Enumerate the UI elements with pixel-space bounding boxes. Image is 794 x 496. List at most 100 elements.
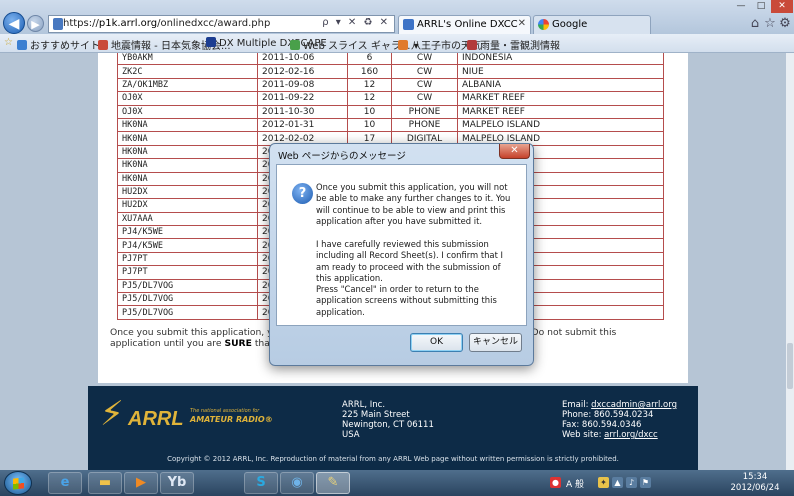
cancel-button[interactable]: キャンセル [469,333,522,352]
record-entity-cell: ALBANIA [457,77,664,93]
minimize-button[interactable]: — [731,0,751,13]
window-close-button[interactable]: ✕ [771,0,793,13]
taskbar-media-player-icon[interactable]: ▶ [124,472,158,494]
record-call-cell: PJ5/DL7VOG [117,278,258,294]
dialog-body: ? Once you submit this application, you … [276,164,527,326]
fav-icon [467,40,477,50]
record-call-cell: OJ0X [117,91,258,106]
forward-button[interactable]: ▶ [27,15,44,32]
tab-arrl-dxcc[interactable]: ARRL's Online DXCC ✕ [398,15,531,34]
record-call-cell: HK0NA [117,171,258,186]
tab-google[interactable]: Google [533,15,651,34]
favorites-bar: ☆ おすすめサイト ▾ 地震情報 - 日本気象協会... DX Multiple… [0,34,794,53]
record-call-cell: PJ4/K5WE [117,225,258,240]
record-qsl-cell: 10 [347,117,392,133]
record-call-cell: PJ5/DL7VOG [117,292,258,307]
table-row: OJ0X 2011-10-30 10 PHONE MARKET REEF [117,104,664,119]
dialog-message-1: Once you submit this application, you wi… [316,182,511,226]
record-mode-cell: CW [391,91,458,106]
page-scrollbar[interactable] [786,53,794,470]
record-date-cell: 2011-09-22 [257,91,348,106]
record-call-cell: ZA/OK1MBZ [117,77,258,93]
record-call-cell: OJ0X [117,104,258,119]
fav-icon [398,40,408,50]
address-bar[interactable]: https://p1k.arrl.org/onlinedxcc/award.ph… [48,15,395,33]
url-path: /onlinedxcc/award.php [157,18,271,29]
dialog-message-3: Press "Cancel" in order to return to the… [316,284,497,317]
record-date-cell: 2011-10-06 [257,53,348,66]
record-qsl-cell: 12 [347,77,392,93]
record-mode-cell: CW [391,77,458,93]
home-icon[interactable]: ⌂ [748,17,762,31]
record-call-cell: HU2DX [117,184,258,200]
record-mode-cell: CW [391,53,458,66]
record-entity-cell: INDONESIA [457,53,664,66]
site-footer: ⚡ ARRL The national association for AMAT… [88,386,698,470]
record-call-cell: XU7AAA [117,211,258,227]
clock-date: 2012/06/24 [730,483,780,493]
website-link[interactable]: arrl.org/dxcc [604,430,658,440]
record-call-cell: HK0NA [117,144,258,160]
tools-gear-icon[interactable]: ⚙ [778,17,792,31]
page-icon [53,18,63,30]
taskbar-globe-icon[interactable]: ◉ [280,472,314,494]
postal-address: ARRL, Inc. 225 Main Street Newington, CT… [342,400,434,440]
taskbar-clock[interactable]: 15:34 2012/06/24 [724,472,786,494]
clock-time: 15:34 [742,472,768,482]
fav-item-rain[interactable]: 雨量・雷観測情報 [467,37,560,52]
record-call-cell: HK0NA [117,158,258,173]
confirm-dialog: Web ページからのメッセージ ✕ ? Once you submit this… [269,143,534,366]
record-qsl-cell: 10 [347,104,392,119]
record-date-cell: 2011-09-08 [257,77,348,93]
record-call-cell: PJ7PT [117,265,258,280]
taskbar-yb-app-icon[interactable]: Yb [160,472,194,494]
record-qsl-cell: 12 [347,91,392,106]
volume-icon[interactable]: ♪ [626,477,637,488]
antenna-tower-icon: ⚡ [100,394,124,434]
table-row: ZK2C 2012-02-16 160 CW NIUE [117,64,664,79]
tab-close-icon[interactable]: ✕ [518,18,526,29]
scrollbar-thumb[interactable] [787,343,793,389]
ime-indicator[interactable]: A 般 [566,477,584,490]
taskbar-explorer-icon[interactable]: ▬ [88,472,122,494]
fav-item-osusume[interactable]: おすすめサイト ▾ [17,37,108,52]
tray-star-icon[interactable]: ✦ [598,477,609,488]
tray-arrow-icon[interactable]: ▲ [612,477,623,488]
back-button[interactable]: ◀ [3,12,25,34]
question-icon: ? [292,183,313,204]
maximize-button[interactable]: □ [751,0,771,13]
record-call-cell: ZK2C [117,64,258,79]
arrl-logo[interactable]: ⚡ ARRL The national association for AMAT… [100,394,273,440]
windows-logo-icon [13,477,24,490]
arrl-favicon-icon [403,19,414,30]
taskbar-skype-icon[interactable]: S [244,472,278,494]
action-center-flag-icon[interactable]: ⚑ [640,477,651,488]
favorites-star-icon[interactable]: ☆ [4,37,13,48]
record-mode-cell: PHONE [391,104,458,119]
table-row: HK0NA 2012-01-31 10 PHONE MALPELO ISLAND [117,117,664,133]
favorites-star-icon[interactable]: ☆ [763,17,777,31]
dialog-close-button[interactable]: ✕ [499,144,530,159]
tray-red-icon[interactable]: ● [550,477,561,488]
fav-icon [17,40,27,50]
taskbar-paint-icon[interactable]: ✎ [316,472,350,494]
record-call-cell: HK0NA [117,131,258,146]
taskbar-ie-icon[interactable]: e [48,472,82,494]
record-entity-cell: MARKET REEF [457,104,664,119]
record-call-cell: PJ4/K5WE [117,238,258,253]
record-mode-cell: CW [391,64,458,79]
windows-taskbar: e ▬ ▶ Yb S ◉ ✎ A 般 ● ✦ ▲ ♪ ⚑ 15:34 2012/06/24 [0,470,794,496]
url-scheme: https:// [63,18,99,29]
record-qsl-cell: 160 [347,64,392,79]
start-button[interactable] [4,471,32,495]
address-url[interactable]: https://p1k.arrl.org/onlinedxcc/award.ph… [63,18,270,29]
address-tools-icon[interactable]: ρ ▾ ✕ ♻ ✕ [322,17,390,28]
fav-icon [290,40,300,50]
tab-title: ARRL's Online DXCC [417,19,518,30]
email-link[interactable]: dxccadmin@arrl.org [591,400,677,410]
table-row: ZA/OK1MBZ 2011-09-08 12 CW ALBANIA [117,77,664,93]
record-date-cell: 2012-02-16 [257,64,348,79]
ok-button[interactable]: OK [410,333,463,352]
fav-icon [206,37,216,47]
dialog-title: Web ページからのメッセージ [278,151,406,162]
